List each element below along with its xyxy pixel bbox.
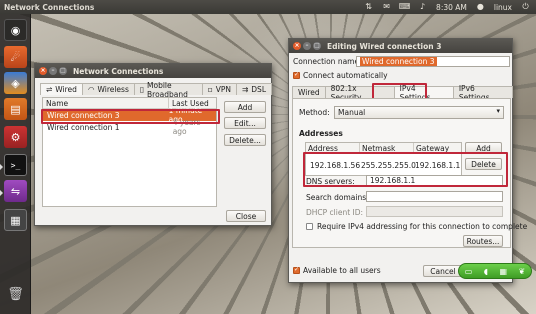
edit-button[interactable]: Edit... bbox=[224, 117, 266, 129]
tab-wired[interactable]: ⇌ Wired bbox=[40, 83, 83, 95]
method-dropdown[interactable]: Manual ▾ bbox=[334, 106, 504, 119]
tab-ipv6-settings[interactable]: IPv6 Settings bbox=[452, 84, 514, 102]
dsl-icon: ⇉ bbox=[241, 85, 249, 94]
tab-vpn[interactable]: ▫ VPN bbox=[201, 83, 237, 95]
vpn-icon: ▫ bbox=[207, 85, 213, 94]
running-indicator bbox=[0, 190, 3, 196]
wired-icon: ⇌ bbox=[46, 85, 53, 94]
close-window-icon[interactable]: × bbox=[39, 67, 47, 75]
routes-button[interactable]: Routes... bbox=[463, 235, 503, 247]
edit-titlebar[interactable]: × – □ Editing Wired connection 3 bbox=[289, 39, 512, 53]
minimize-window-icon[interactable]: – bbox=[303, 42, 311, 50]
chat-icon[interactable]: ▭ bbox=[465, 267, 473, 276]
require-ipv4-label: Require IPv4 addressing for this connect… bbox=[317, 222, 528, 231]
cancel-button[interactable]: Cancel bbox=[423, 265, 463, 277]
dhcp-client-id-input bbox=[366, 206, 503, 217]
editing-connection-window: × – □ Editing Wired connection 3 Connect… bbox=[288, 38, 527, 283]
system-tray: ⇅ ✉ ⌨ ♪ 8:30 AM ● linux ⏻ bbox=[364, 0, 530, 14]
delete-button[interactable]: Delete... bbox=[224, 134, 266, 146]
files-icon[interactable]: ▤ bbox=[4, 98, 27, 120]
volume-icon[interactable]: ◖ bbox=[484, 267, 488, 276]
system-settings-icon[interactable]: ⚙ bbox=[4, 126, 27, 148]
grid-icon[interactable]: ▦ bbox=[499, 267, 507, 276]
floating-toolbar: ▭ ◖ ▦ ❦ bbox=[458, 263, 532, 279]
trash-icon[interactable]: 🗑 bbox=[4, 283, 27, 305]
close-button[interactable]: Close bbox=[226, 210, 266, 222]
column-header-name[interactable]: Name bbox=[43, 98, 168, 108]
minimize-window-icon[interactable]: – bbox=[49, 67, 57, 75]
edit-title: Editing Wired connection 3 bbox=[327, 41, 442, 51]
top-panel: Network Connections ⇅ ✉ ⌨ ♪ 8:30 AM ● li… bbox=[0, 0, 536, 14]
tab-wired[interactable]: Wired bbox=[292, 86, 326, 98]
network-manager-icon[interactable]: ⇋ bbox=[4, 180, 27, 202]
chevron-down-icon: ▾ bbox=[496, 107, 500, 115]
maximize-window-icon[interactable]: □ bbox=[59, 67, 67, 75]
method-label: Method: bbox=[299, 108, 330, 117]
method-value: Manual bbox=[338, 108, 366, 117]
address-dns-highlight-box bbox=[303, 152, 508, 187]
available-to-all-users-checkbox[interactable] bbox=[293, 266, 300, 274]
search-domains-label: Search domains: bbox=[306, 193, 369, 202]
nc-tabs: ⇌ Wired ◠ Wireless ▯ Mobile Broadband ▫ VPN … bbox=[40, 81, 272, 99]
workspace-switcher-icon[interactable]: ▦ bbox=[4, 209, 27, 231]
connect-automatically-checkbox[interactable] bbox=[293, 71, 300, 79]
connection-name-input[interactable]: Wired connection 3 bbox=[356, 56, 510, 67]
available-to-all-users-label: Available to all users bbox=[303, 266, 381, 275]
connect-automatically-label: Connect automatically bbox=[303, 71, 388, 80]
terminal-icon[interactable]: >_ bbox=[4, 154, 27, 176]
tab-wireless[interactable]: ◠ Wireless bbox=[81, 83, 135, 95]
email-icon[interactable]: ✉ bbox=[382, 3, 391, 11]
username[interactable]: linux bbox=[494, 3, 512, 12]
running-indicator bbox=[0, 164, 3, 170]
launcher: ◉ ☄ ◈ ▤ ⚙ >_ ⇋ ▦ 🗑 bbox=[0, 14, 31, 314]
tab-dsl[interactable]: ⇉ DSL bbox=[235, 83, 272, 95]
active-window-title: Network Connections bbox=[4, 2, 95, 12]
dash-home-icon[interactable]: ◉ bbox=[4, 19, 27, 41]
network-icon[interactable]: ⇅ bbox=[364, 3, 373, 11]
wireless-icon: ◠ bbox=[87, 85, 95, 94]
close-window-icon[interactable]: × bbox=[293, 42, 301, 50]
dhcp-client-id-label: DHCP client ID: bbox=[306, 208, 364, 217]
user-icon[interactable]: ● bbox=[476, 3, 485, 11]
power-icon[interactable]: ⏻ bbox=[521, 3, 530, 11]
tab-mobile-broadband[interactable]: ▯ Mobile Broadband bbox=[133, 81, 203, 99]
firefox-icon[interactable]: ☄ bbox=[4, 46, 27, 68]
network-connections-window: × – □ Network Connections ⇌ Wired ◠ Wirele… bbox=[34, 63, 272, 226]
mobile-icon: ▯ bbox=[139, 85, 145, 94]
clock[interactable]: 8:30 AM bbox=[436, 3, 467, 12]
nc-title: Network Connections bbox=[73, 66, 164, 76]
keyboard-icon[interactable]: ⌨ bbox=[399, 3, 411, 11]
ubuntu-software-center-icon[interactable]: ◈ bbox=[4, 72, 27, 94]
connection-name-label: Connection name: bbox=[293, 57, 362, 66]
maximize-window-icon[interactable]: □ bbox=[313, 42, 321, 50]
selection-highlight-box bbox=[41, 109, 220, 124]
add-button[interactable]: Add bbox=[224, 101, 266, 113]
addresses-heading: Addresses bbox=[299, 129, 343, 138]
require-ipv4-checkbox[interactable] bbox=[306, 223, 313, 230]
nc-titlebar[interactable]: × – □ Network Connections bbox=[35, 64, 271, 78]
sound-icon[interactable]: ♪ bbox=[418, 3, 427, 11]
leaf-icon[interactable]: ❦ bbox=[519, 267, 526, 276]
search-domains-input[interactable] bbox=[366, 191, 503, 202]
